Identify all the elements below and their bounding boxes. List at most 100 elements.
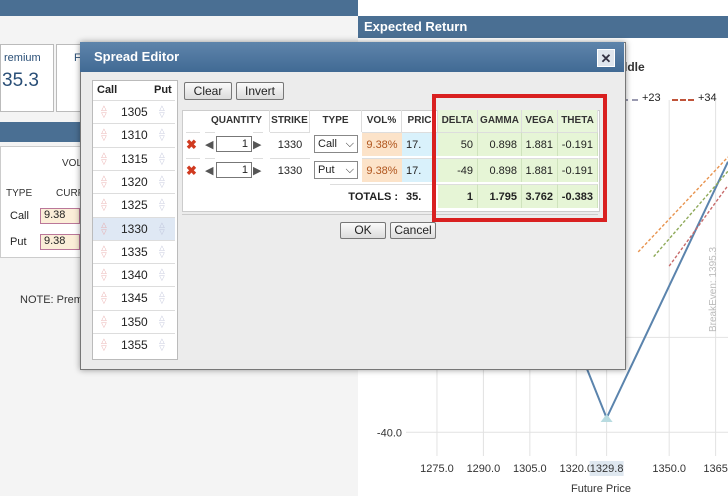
- invert-button[interactable]: Invert: [236, 82, 284, 100]
- leg-vol: 9.38%: [362, 132, 402, 156]
- add-put-icon[interactable]: △ ▽: [157, 105, 167, 119]
- greeks-highlight-box: [432, 94, 607, 222]
- clear-button[interactable]: Clear: [184, 82, 232, 100]
- left-top-bar: [0, 0, 360, 16]
- strike-value: 1320: [121, 174, 148, 189]
- col-header-type: TYPE: [310, 110, 362, 132]
- add-call-icon[interactable]: △ ▽: [99, 152, 109, 166]
- strike-row[interactable]: △ ▽ 1305 △ ▽: [93, 100, 175, 124]
- add-call-icon[interactable]: △ ▽: [99, 198, 109, 212]
- leg-type-put: Put: [10, 236, 27, 248]
- x-tick-label: 1350.0: [652, 463, 686, 475]
- decrease-quantity-icon[interactable]: ◀: [205, 158, 215, 182]
- add-put-icon[interactable]: △ ▽: [157, 291, 167, 305]
- premium-label: remium: [4, 52, 41, 64]
- strike-row[interactable]: △ ▽ 1340 △ ▽: [93, 263, 175, 287]
- x-tick-label: 1329.8: [590, 463, 624, 475]
- increase-quantity-icon[interactable]: ▶: [253, 158, 263, 182]
- add-call-icon[interactable]: △ ▽: [99, 268, 109, 282]
- quantity-input[interactable]: 1: [216, 136, 252, 152]
- strike-value: 1315: [121, 151, 148, 166]
- col-header-quantity: QUANTITY: [204, 110, 270, 132]
- add-put-icon[interactable]: △ ▽: [157, 175, 167, 189]
- col-header-strike: STRIKE: [270, 110, 310, 132]
- close-icon[interactable]: ✕: [597, 49, 615, 67]
- decrease-quantity-icon[interactable]: ◀: [205, 132, 215, 156]
- strike-row[interactable]: △ ▽ 1350 △ ▽: [93, 309, 175, 334]
- add-put-icon[interactable]: △ ▽: [157, 222, 167, 236]
- add-call-icon[interactable]: △ ▽: [99, 105, 109, 119]
- current-price-marker: [600, 414, 613, 423]
- x-tick-label: 1365: [703, 463, 727, 475]
- x-tick-label: 1320.0: [559, 463, 593, 475]
- add-call-icon[interactable]: △ ▽: [99, 338, 109, 352]
- strike-value: 1350: [121, 314, 148, 329]
- add-call-icon[interactable]: △ ▽: [99, 222, 109, 236]
- leg-strike: 1330: [270, 158, 310, 182]
- totals-label: TOTALS :: [330, 184, 402, 208]
- strike-row[interactable]: △ ▽ 1320 △ ▽: [93, 169, 175, 194]
- leg-vol: 9.38%: [362, 158, 402, 182]
- legs-header-vol: VOL: [62, 158, 83, 169]
- add-call-icon[interactable]: △ ▽: [99, 315, 109, 329]
- strike-value: 1335: [121, 244, 148, 259]
- note-text: NOTE: Prem: [20, 294, 83, 306]
- delete-leg-icon[interactable]: ✖: [186, 132, 200, 156]
- strike-row[interactable]: △ ▽ 1355 △ ▽: [93, 333, 175, 357]
- strike-row[interactable]: △ ▽ 1330 △ ▽: [93, 216, 175, 241]
- strike-value: 1355: [121, 338, 148, 352]
- add-call-icon[interactable]: △ ▽: [99, 291, 109, 305]
- breakeven-label: BreakEven: 1395.3: [708, 247, 719, 332]
- leg-type-value: Call: [318, 138, 337, 150]
- leg-type-call: Call: [10, 210, 29, 222]
- strike-row[interactable]: △ ▽ 1310 △ ▽: [93, 123, 175, 147]
- premium-value: 35.3: [2, 70, 39, 91]
- y-tick-label: -40.0: [377, 427, 402, 439]
- leg-type-value: Put: [318, 164, 335, 176]
- strike-value: 1305: [121, 105, 148, 119]
- quantity-input[interactable]: 1: [216, 162, 252, 178]
- add-put-icon[interactable]: △ ▽: [157, 315, 167, 329]
- strike-value: 1340: [121, 268, 148, 283]
- strike-row[interactable]: △ ▽ 1325 △ ▽: [93, 193, 175, 217]
- add-put-icon[interactable]: △ ▽: [157, 152, 167, 166]
- chart-x-label: Future Price: [571, 483, 631, 495]
- strike-value: 1325: [121, 198, 148, 213]
- add-put-icon[interactable]: △ ▽: [157, 245, 167, 259]
- chart-x-ticks: 1275.0 1290.0 1305.0 1320.01329.8 1350.0 1365: [420, 461, 728, 476]
- x-tick-label: 1290.0: [467, 463, 501, 475]
- x-tick-label: 1305.0: [513, 463, 547, 475]
- dialog-title: Spread Editor: [94, 49, 180, 64]
- leg-strike: 1330: [270, 132, 310, 156]
- leg-vol-put[interactable]: 9.38: [40, 234, 80, 250]
- chevron-down-icon: ⌵: [345, 138, 354, 150]
- strike-list-put-header: Put: [154, 84, 172, 96]
- strike-value: 1345: [121, 291, 148, 306]
- add-put-icon[interactable]: △ ▽: [157, 268, 167, 282]
- chevron-down-icon: ⌵: [345, 164, 354, 176]
- add-put-icon[interactable]: △ ▽: [157, 128, 167, 142]
- leg-vol-call[interactable]: 9.38: [40, 208, 80, 224]
- leg-type-select[interactable]: Call ⌵: [314, 135, 358, 153]
- strike-value: 1310: [121, 128, 148, 143]
- strike-value: 1330: [121, 221, 148, 236]
- add-put-icon[interactable]: △ ▽: [157, 338, 167, 352]
- strike-row[interactable]: △ ▽ 1335 △ ▽: [93, 239, 175, 264]
- legs-header-type: TYPE: [6, 188, 33, 199]
- add-call-icon[interactable]: △ ▽: [99, 128, 109, 142]
- x-tick-label: 1275.0: [420, 463, 454, 475]
- add-call-icon[interactable]: △ ▽: [99, 175, 109, 189]
- leg-type-select[interactable]: Put ⌵: [314, 161, 358, 179]
- strike-row[interactable]: △ ▽ 1315 △ ▽: [93, 146, 175, 171]
- cancel-button[interactable]: Cancel: [390, 222, 436, 239]
- col-header-vol: VOL%: [362, 110, 402, 132]
- expected-return-header: Expected Return: [358, 16, 728, 38]
- strike-list-call-header: Call: [97, 84, 118, 96]
- add-call-icon[interactable]: △ ▽: [99, 245, 109, 259]
- ok-button[interactable]: OK: [340, 222, 386, 239]
- add-put-icon[interactable]: △ ▽: [157, 198, 167, 212]
- payoff-series-line: [653, 170, 728, 258]
- strike-row[interactable]: △ ▽ 1345 △ ▽: [93, 286, 175, 310]
- delete-leg-icon[interactable]: ✖: [186, 158, 200, 182]
- increase-quantity-icon[interactable]: ▶: [253, 132, 263, 156]
